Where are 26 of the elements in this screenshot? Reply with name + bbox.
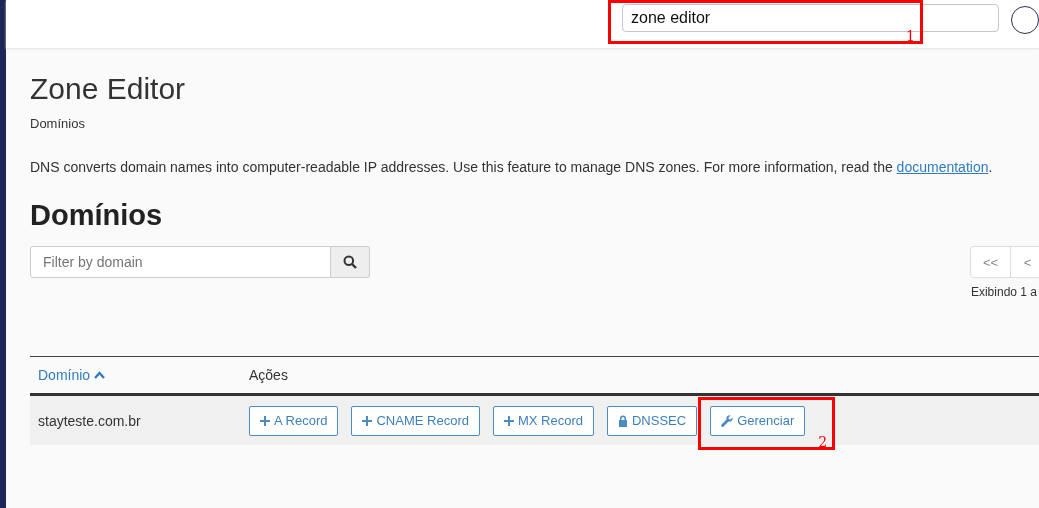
section-title: Domínios [30,199,163,232]
action-button[interactable]: A Record [249,405,339,436]
page-title: Zone Editor [30,72,186,106]
pagination-summary: Exibindo 1 a [970,285,1037,299]
domain-cell: stayteste.com.br [30,394,241,445]
description-text: DNS converts domain names into computer-readable IP addresses. Use this feature to manage DNS zones. For more information, read the documentation. [30,159,993,175]
lock-icon [618,414,628,427]
action-button[interactable]: CNAME Record [351,405,480,436]
search-icon [343,255,357,269]
plus-icon [503,415,514,426]
pagination-button[interactable]: < [1010,246,1039,278]
plus-icon [260,415,270,426]
filter-field[interactable]: Filter by domain [30,246,331,278]
search-button[interactable] [331,246,370,278]
annotation-number: 2 [818,434,828,449]
column-header[interactable]: Domínio [38,367,106,383]
chevron-up-icon [94,371,106,379]
column-header: Ações [249,367,288,383]
annotation-number: 1 [906,29,915,43]
wrench-icon [721,414,734,427]
action-button[interactable]: DNSSEC [607,405,698,436]
breadcrumb: Domínios [30,116,85,131]
action-button[interactable]: Gerenciar [710,405,806,436]
plus-icon [362,415,373,426]
pagination-button[interactable]: << [970,246,1011,278]
action-button[interactable]: MX Record [492,405,594,436]
